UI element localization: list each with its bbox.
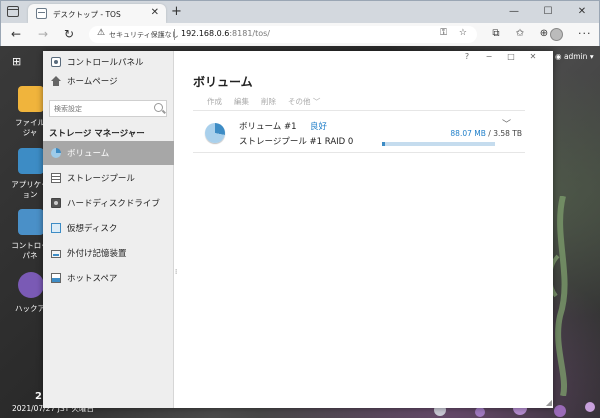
control-panel-title: コントロールパネル xyxy=(67,58,144,68)
sidebar-item-storage-pool[interactable]: ストレージプール xyxy=(43,166,174,190)
sidebar-item-hot-spare[interactable]: ホットスペア xyxy=(43,266,174,290)
minimize-button[interactable]: − xyxy=(478,51,500,63)
forward-button[interactable]: → xyxy=(38,27,48,41)
browser-chrome: デスクトップ - TOS ✕ + — ☐ ✕ ← → ↻ ⚠ セキュリティ保護な… xyxy=(0,0,600,47)
maximize-button[interactable]: □ xyxy=(500,51,522,63)
capacity-text: 88.07 MB / 3.58 TB xyxy=(428,129,522,138)
profile-avatar[interactable] xyxy=(550,28,563,41)
backup-clock-icon[interactable] xyxy=(18,272,44,298)
main-panel: ? − □ ✕ ボリューム 作成 編集 削除 その他 ﹀ ボリューム #1 良好… xyxy=(174,51,553,408)
reload-button[interactable]: ↻ xyxy=(64,27,74,41)
close-button[interactable]: ✕ xyxy=(565,1,599,23)
edit-button[interactable]: 編集 xyxy=(234,96,249,107)
settings-menu-icon[interactable]: ··· xyxy=(578,27,592,40)
key-icon[interactable]: ⚿ xyxy=(440,28,447,38)
minimize-button[interactable]: — xyxy=(497,1,531,23)
volume-pie-icon xyxy=(205,123,225,143)
maximize-button[interactable]: ☐ xyxy=(531,1,565,23)
search-input[interactable] xyxy=(54,101,149,116)
page-title: ボリューム xyxy=(193,75,253,89)
capacity-used: 88.07 MB xyxy=(450,129,486,138)
address-separator xyxy=(174,29,175,40)
settings-search xyxy=(49,100,167,117)
volume-name: ボリューム #1 xyxy=(239,122,297,132)
action-bar: 作成 編集 削除 その他 ﹀ xyxy=(207,96,320,107)
file-manager-icon[interactable] xyxy=(18,86,44,112)
volume-icon xyxy=(51,148,61,158)
section-title: ストレージ マネージャー xyxy=(49,129,145,139)
browser-tab[interactable]: デスクトップ - TOS ✕ xyxy=(28,4,166,23)
user-menu[interactable]: ◉ admin ▾ xyxy=(555,52,594,61)
taskbar-number: 2 xyxy=(35,391,42,402)
close-button[interactable]: ✕ xyxy=(522,51,544,63)
status-badge: 良好 xyxy=(310,122,328,132)
url-host: 192.168.0.6 xyxy=(181,29,230,38)
search-icon[interactable] xyxy=(154,103,163,112)
favorites-icon[interactable]: ✩ xyxy=(508,27,532,41)
hot-spare-icon xyxy=(51,273,61,283)
start-menu-icon[interactable]: ⊞ xyxy=(12,55,21,68)
address-bar[interactable]: ⚠ セキュリティ保護なし 192.168.0.6:8181/tos/ ⚿ ☆ xyxy=(89,26,477,43)
security-label[interactable]: セキュリティ保護なし xyxy=(109,30,179,40)
new-tab-button[interactable]: + xyxy=(171,4,182,19)
resize-grip-icon[interactable]: ◢ xyxy=(546,398,552,407)
control-panel-gear-icon[interactable] xyxy=(18,209,44,235)
favorite-star-icon[interactable]: ☆ xyxy=(459,28,467,38)
capacity-total: 3.58 TB xyxy=(493,129,522,138)
volume-row[interactable]: ボリューム #1 良好 ストレージプール #1 RAID 0 88.07 MB … xyxy=(193,111,525,153)
tab-actions-icon[interactable] xyxy=(7,6,19,17)
tab-title: デスクトップ - TOS xyxy=(53,10,121,19)
home-link[interactable]: ホームページ xyxy=(51,73,118,89)
desktop: ⊞ ファイル ジャ アプリケー ョン コントロー パネ ハックア ◉ admin ▾ … xyxy=(0,46,600,418)
sidebar-item-hdd[interactable]: ハードディスクドライブ xyxy=(43,191,174,215)
help-button[interactable]: ? xyxy=(456,51,478,63)
sidebar-item-label: ストレージプール xyxy=(67,174,135,184)
url-text[interactable]: 192.168.0.6:8181/tos/ xyxy=(181,29,270,38)
sidebar-item-label: ボリューム xyxy=(67,149,110,159)
control-panel-window: コントロールパネル ホームページ ストレージ マネージャー ボリューム ストレー… xyxy=(43,51,553,408)
browser-window-controls: — ☐ ✕ xyxy=(497,1,599,23)
address-toolbar: ← → ↻ ⚠ セキュリティ保護なし 192.168.0.6:8181/tos/… xyxy=(1,23,599,47)
hdd-icon xyxy=(51,198,61,208)
sidebar-item-label: ハードディスクドライブ xyxy=(67,199,160,209)
sidebar-item-label: 外付け記憶装置 xyxy=(67,249,127,259)
home-label: ホームページ xyxy=(67,77,118,87)
virtual-disk-icon xyxy=(51,223,61,233)
create-button[interactable]: 作成 xyxy=(207,96,222,107)
more-dropdown[interactable]: その他 ﹀ xyxy=(288,96,320,107)
sidebar-item-label: ホットスペア xyxy=(67,274,118,284)
extensions-icon[interactable]: ⧉ xyxy=(484,27,508,41)
control-panel-header[interactable]: コントロールパネル xyxy=(51,54,144,70)
expand-chevron-icon[interactable]: ﹀ xyxy=(502,117,511,130)
sidebar-item-virtual-disk[interactable]: 仮想ディスク xyxy=(43,216,174,240)
favicon-icon xyxy=(36,8,47,19)
sidebar: コントロールパネル ホームページ ストレージ マネージャー ボリューム ストレー… xyxy=(43,51,174,408)
back-button[interactable]: ← xyxy=(11,27,21,41)
warning-icon[interactable]: ⚠ xyxy=(97,28,105,38)
window-controls: ? − □ ✕ xyxy=(456,51,544,63)
tab-close-icon[interactable]: ✕ xyxy=(151,7,159,18)
home-icon xyxy=(51,76,61,86)
capacity-bar xyxy=(382,142,495,146)
applications-icon[interactable] xyxy=(18,148,44,174)
control-panel-icon xyxy=(51,57,61,67)
user-name: admin xyxy=(563,52,588,61)
delete-button[interactable]: 削除 xyxy=(261,96,276,107)
tab-bar: デスクトップ - TOS ✕ + — ☐ ✕ xyxy=(1,1,599,23)
sidebar-item-volume[interactable]: ボリューム xyxy=(43,141,174,165)
url-path: :8181/tos/ xyxy=(229,29,271,38)
volume-pool-info: ストレージプール #1 RAID 0 xyxy=(239,137,354,147)
storage-pool-icon xyxy=(51,173,61,183)
external-storage-icon xyxy=(51,250,61,258)
toolbar-icons: ⧉ ✩ ⊕ xyxy=(484,27,556,41)
sidebar-item-external-storage[interactable]: 外付け記憶装置 xyxy=(43,241,174,265)
capacity-bar-fill xyxy=(382,142,386,146)
sidebar-item-label: 仮想ディスク xyxy=(67,224,118,234)
